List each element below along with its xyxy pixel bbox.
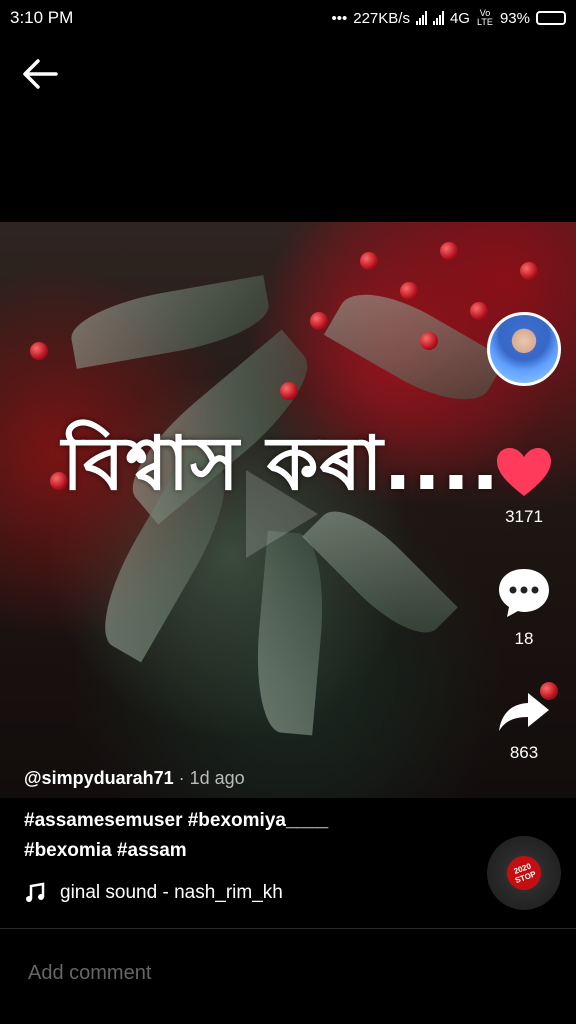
- like-button[interactable]: 3171: [491, 446, 557, 527]
- network-speed: 227KB/s: [353, 9, 410, 27]
- berry-decoration: [520, 262, 538, 280]
- status-time: 3:10 PM: [10, 8, 74, 27]
- network-type: 4G: [449, 9, 470, 27]
- berry-decoration: [30, 342, 48, 360]
- share-arrow-icon: [499, 693, 549, 731]
- sound-info[interactable]: ginal sound - nash_rim_kh: [24, 882, 283, 904]
- leaf-decoration: [250, 530, 330, 736]
- post-time: · 1d ago: [178, 768, 245, 788]
- disc-label: 2020 STOP: [502, 851, 546, 895]
- sound-name: ginal sound - nash_rim_kh: [60, 882, 283, 903]
- music-note-icon: [26, 882, 45, 902]
- leaf-decoration: [66, 275, 274, 369]
- author-username[interactable]: @simpyduarah71: [24, 768, 174, 788]
- creator-avatar[interactable]: [487, 312, 561, 386]
- author-line: @simpyduarah71 · 1d ago: [24, 768, 245, 789]
- berry-decoration: [420, 332, 438, 350]
- video-overlay-text: বিশ্বাস কৰা....: [62, 421, 501, 507]
- battery-percent: 93%: [499, 9, 530, 27]
- battery-icon: [536, 11, 566, 25]
- berry-decoration: [310, 312, 328, 330]
- divider: [0, 928, 576, 929]
- berry-decoration: [280, 382, 298, 400]
- back-button[interactable]: [20, 56, 64, 92]
- heart-icon: [497, 448, 551, 496]
- berry-decoration: [470, 302, 488, 320]
- share-count: 863: [509, 743, 539, 762]
- signal-icon-2: [432, 11, 444, 25]
- comment-count: 18: [514, 629, 534, 648]
- arrow-left-icon: [23, 59, 58, 89]
- add-comment-input[interactable]: Add comment: [28, 962, 151, 985]
- share-button[interactable]: 863: [491, 690, 557, 763]
- caption-line-2[interactable]: #bexomia #assam: [24, 836, 464, 866]
- music-disc[interactable]: 2020 STOP: [487, 836, 561, 910]
- status-icons: ••• 227KB/s 4G Vo LTE 93%: [331, 9, 566, 27]
- berry-decoration: [400, 282, 418, 300]
- notification-dots: •••: [331, 9, 348, 27]
- video-player[interactable]: বিশ্বাস কৰা....: [0, 222, 576, 798]
- berry-decoration: [440, 242, 458, 260]
- comment-button[interactable]: 18: [491, 566, 557, 649]
- video-caption: #assamesemuser #bexomiya____ #bexomia #a…: [24, 806, 464, 866]
- volte-icon: Vo LTE: [477, 8, 493, 27]
- caption-line-1[interactable]: #assamesemuser #bexomiya____: [24, 806, 464, 836]
- status-bar: 3:10 PM ••• 227KB/s 4G Vo LTE 93%: [0, 0, 576, 36]
- berry-decoration: [360, 252, 378, 270]
- comment-bubble-icon: [499, 569, 549, 617]
- like-count: 3171: [505, 507, 543, 526]
- signal-icon: [415, 11, 427, 25]
